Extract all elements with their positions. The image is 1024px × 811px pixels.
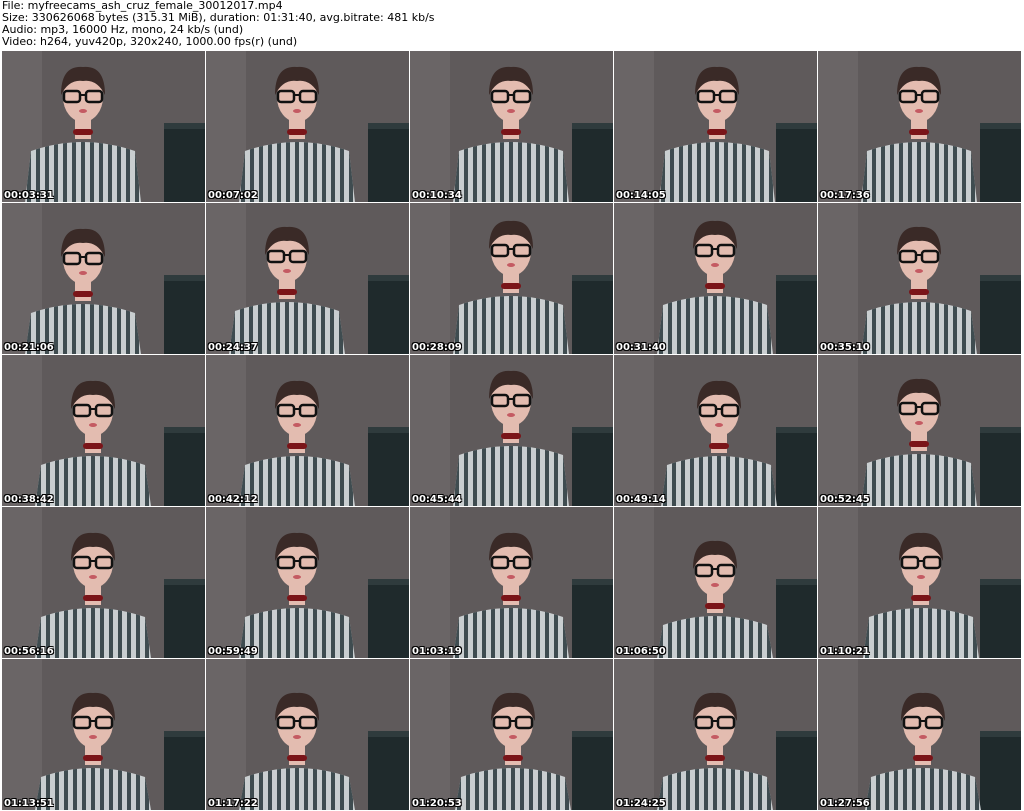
frame-image: [2, 659, 205, 810]
thumbnail-frame: 00:28:09: [410, 203, 613, 354]
frame-image: [2, 203, 205, 354]
frame-timestamp: 01:03:19: [412, 646, 462, 657]
frame-timestamp: 00:10:34: [412, 190, 462, 201]
frame-image: [410, 51, 613, 202]
frame-image: [818, 659, 1021, 810]
thumbnail-frame: 00:03:31: [2, 51, 205, 202]
frame-image: [2, 507, 205, 658]
thumbnail-frame: 01:20:53: [410, 659, 613, 810]
frame-timestamp: 00:45:44: [412, 494, 462, 505]
frame-timestamp: 00:56:16: [4, 646, 54, 657]
frame-timestamp: 01:20:53: [412, 798, 462, 809]
thumbnail-frame: 00:52:45: [818, 355, 1021, 506]
frame-timestamp: 00:07:02: [208, 190, 258, 201]
thumbnail-frame: 00:49:14: [614, 355, 817, 506]
frame-image: [614, 51, 817, 202]
thumbnail-frame: 00:56:16: [2, 507, 205, 658]
frame-timestamp: 00:24:37: [208, 342, 258, 353]
thumbnail-frame: 00:38:42: [2, 355, 205, 506]
frame-timestamp: 00:21:06: [4, 342, 54, 353]
thumbnail-frame: 00:10:34: [410, 51, 613, 202]
frame-timestamp: 00:38:42: [4, 494, 54, 505]
frame-timestamp: 01:27:56: [820, 798, 870, 809]
frame-image: [206, 507, 409, 658]
file-info-header: File: myfreecams_ash_cruz_female_3001201…: [2, 0, 1022, 50]
thumbnail-frame: 00:14:05: [614, 51, 817, 202]
frame-timestamp: 01:24:25: [616, 798, 666, 809]
frame-timestamp: 01:17:22: [208, 798, 258, 809]
frame-image: [206, 659, 409, 810]
video-info-line: Video: h264, yuv420p, 320x240, 1000.00 f…: [2, 35, 298, 48]
thumbnail-frame: 00:35:10: [818, 203, 1021, 354]
frame-timestamp: 00:28:09: [412, 342, 462, 353]
thumbnail-frame: 00:07:02: [206, 51, 409, 202]
frame-timestamp: 00:59:49: [208, 646, 258, 657]
thumbnail-frame: 01:06:50: [614, 507, 817, 658]
frame-image: [410, 355, 613, 506]
frame-image: [410, 659, 613, 810]
thumbnail-frame: 01:17:22: [206, 659, 409, 810]
frame-image: [818, 203, 1021, 354]
frame-timestamp: 00:14:05: [616, 190, 666, 201]
thumbnail-frame: 01:13:51: [2, 659, 205, 810]
thumbnail-frame: 00:42:12: [206, 355, 409, 506]
frame-timestamp: 00:35:10: [820, 342, 870, 353]
frame-image: [818, 355, 1021, 506]
thumbnail-frame: 01:10:21: [818, 507, 1021, 658]
thumbnail-frame: 00:31:40: [614, 203, 817, 354]
thumbnail-frame: 00:45:44: [410, 355, 613, 506]
frame-image: [410, 203, 613, 354]
frame-timestamp: 00:42:12: [208, 494, 258, 505]
frame-image: [2, 355, 205, 506]
thumbnail-frame: 00:59:49: [206, 507, 409, 658]
frame-image: [2, 51, 205, 202]
frame-timestamp: 00:31:40: [616, 342, 666, 353]
thumbnail-frame: 01:03:19: [410, 507, 613, 658]
frame-timestamp: 00:49:14: [616, 494, 666, 505]
thumbnail-frame: 01:27:56: [818, 659, 1021, 810]
frame-timestamp: 00:03:31: [4, 190, 54, 201]
frame-image: [818, 51, 1021, 202]
thumbnail-frame: 01:24:25: [614, 659, 817, 810]
frame-image: [614, 203, 817, 354]
frame-timestamp: 01:13:51: [4, 798, 54, 809]
frame-timestamp: 00:17:36: [820, 190, 870, 201]
thumbnail-frame: 00:17:36: [818, 51, 1021, 202]
frame-image: [206, 51, 409, 202]
frame-image: [818, 507, 1021, 658]
thumbnail-grid: 00:03:31 00:07:02 00:10:34 00:14:05 00:1…: [2, 51, 1022, 811]
thumbnail-frame: 00:24:37: [206, 203, 409, 354]
frame-timestamp: 01:10:21: [820, 646, 870, 657]
frame-image: [614, 355, 817, 506]
frame-timestamp: 00:52:45: [820, 494, 870, 505]
frame-image: [410, 507, 613, 658]
frame-image: [614, 659, 817, 810]
frame-timestamp: 01:06:50: [616, 646, 666, 657]
frame-image: [206, 203, 409, 354]
frame-image: [206, 355, 409, 506]
frame-image: [614, 507, 817, 658]
thumbnail-frame: 00:21:06: [2, 203, 205, 354]
